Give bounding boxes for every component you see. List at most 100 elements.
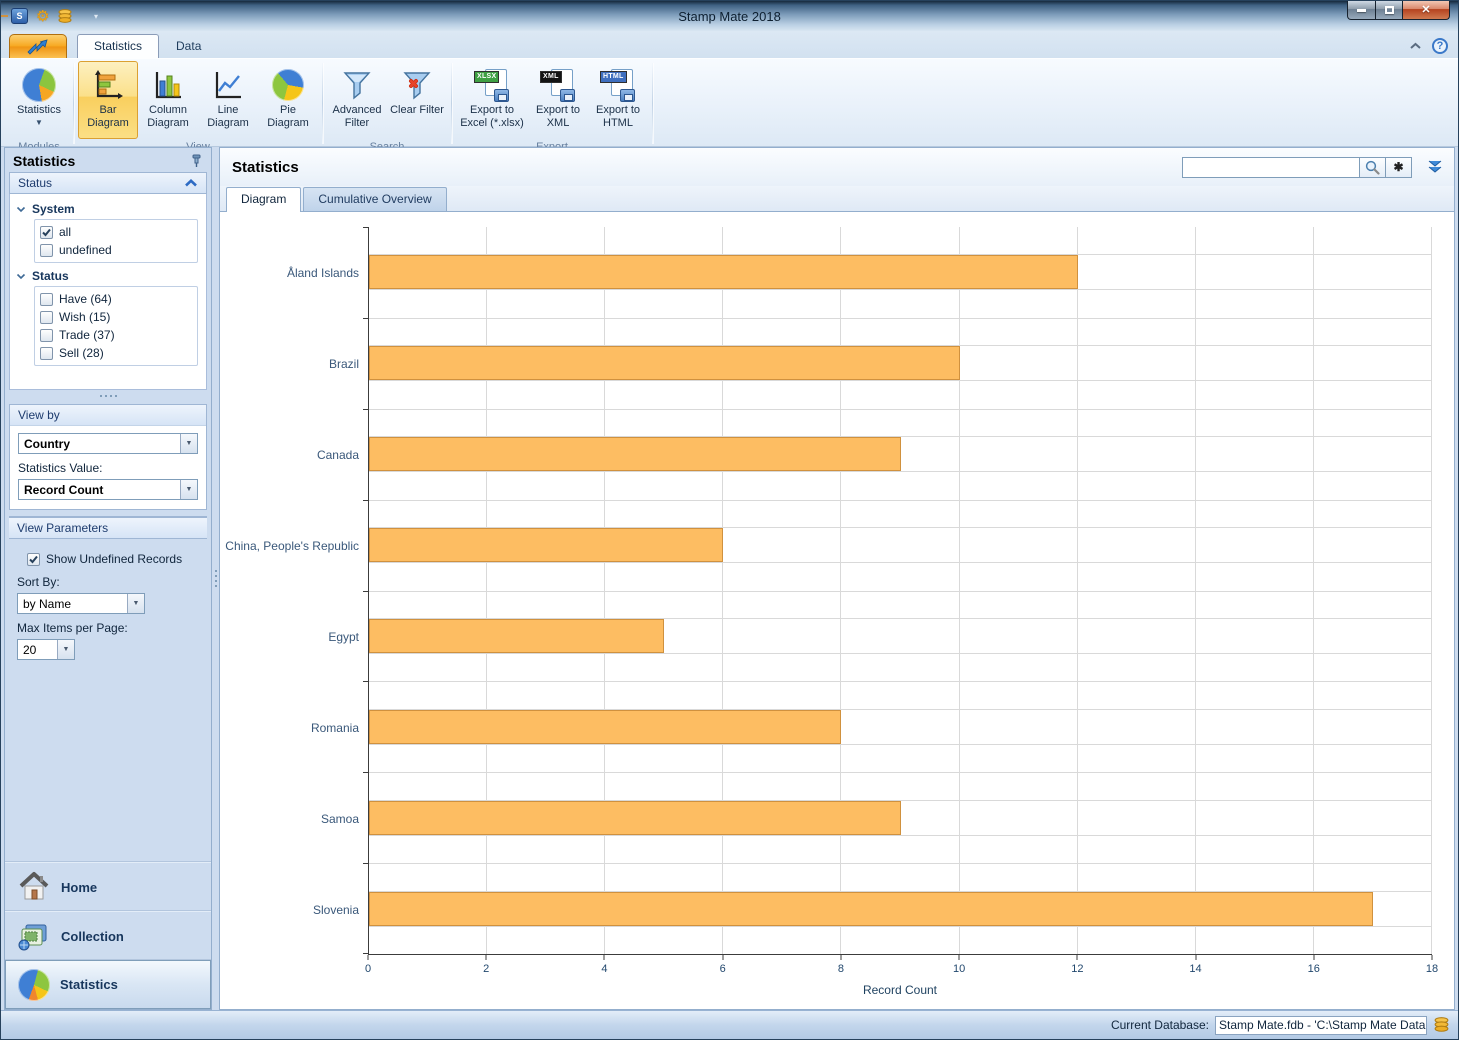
y-tick-mark (363, 591, 369, 592)
x-tick-mark (486, 955, 487, 960)
pin-icon[interactable] (190, 154, 203, 168)
chevron-down-icon: ▼ (180, 480, 197, 499)
tab-data[interactable]: Data (159, 34, 218, 58)
column-diagram-icon (152, 66, 184, 104)
bar-diagram-button[interactable]: Bar Diagram (78, 61, 138, 139)
minimize-button[interactable] (1347, 1, 1376, 20)
search-button[interactable] (1360, 157, 1386, 178)
advanced-filter-button[interactable]: Advanced Filter (327, 61, 387, 139)
panel-resize-handle[interactable] (5, 390, 211, 400)
tab-statistics[interactable]: Statistics (77, 34, 159, 58)
bar-slovenia (369, 892, 1373, 926)
clear-search-button[interactable]: ✱ (1386, 157, 1412, 178)
view-parameters-header: View Parameters (9, 517, 207, 539)
tree-expander-icon[interactable] (16, 273, 26, 280)
tree-group-status[interactable]: Status (16, 267, 200, 286)
x-tick-label: 2 (483, 963, 489, 975)
filter-item-have[interactable]: Have (64) (39, 290, 193, 308)
filter-item-undefined[interactable]: undefined (39, 241, 193, 259)
checkbox[interactable] (40, 347, 53, 360)
filter-item-sell[interactable]: Sell (28) (39, 344, 193, 362)
show-undefined-checkbox-row[interactable]: Show Undefined Records (17, 549, 199, 568)
checkbox[interactable] (27, 553, 40, 566)
horizontal-gridline (369, 681, 1432, 682)
x-tick-label: 10 (953, 963, 965, 975)
checkbox[interactable] (40, 226, 53, 239)
checkbox[interactable] (40, 293, 53, 306)
view-by-select[interactable]: Country ▼ (18, 433, 198, 454)
bar-canada (369, 437, 901, 471)
tab-cumulative-overview[interactable]: Cumulative Overview (303, 187, 446, 211)
category-label: Åland Islands (287, 266, 359, 280)
x-tick-mark (722, 955, 723, 960)
sidebar-title: Statistics (13, 153, 75, 169)
column-diagram-button[interactable]: Column Diagram (138, 61, 198, 139)
tree-group-system[interactable]: System (16, 200, 200, 219)
chevron-down-icon: ▼ (180, 434, 197, 453)
x-tick-label: 0 (365, 963, 371, 975)
sidebar-item-statistics[interactable]: Statistics (5, 960, 211, 1009)
chevron-down-icon: ▼ (57, 640, 74, 659)
qat-customize-arrow[interactable]: ▾ (89, 10, 102, 22)
database-coins-icon[interactable] (57, 9, 73, 24)
maximize-button[interactable] (1376, 1, 1403, 20)
export-html-button[interactable]: HTML Export to HTML (588, 61, 648, 139)
checkbox[interactable] (40, 329, 53, 342)
checkbox[interactable] (40, 244, 53, 257)
status-section-header[interactable]: Status (9, 172, 207, 194)
x-tick-label: 6 (720, 963, 726, 975)
collapse-ribbon-icon[interactable] (1409, 42, 1422, 50)
settings-gear-icon[interactable]: ⚙ (36, 9, 49, 24)
tree-expander-icon[interactable] (16, 206, 26, 213)
statistics-value-select[interactable]: Record Count ▼ (18, 479, 198, 500)
tab-diagram[interactable]: Diagram (226, 187, 301, 212)
dropdown-caret-icon: ▼ (35, 118, 43, 127)
bar-egypt (369, 619, 664, 653)
collapse-chevron-up-icon (184, 179, 198, 187)
tree-group-box: allundefined (34, 219, 198, 263)
export-xml-button[interactable]: XML Export to XML (528, 61, 588, 139)
filter-item-label: Have (64) (59, 292, 112, 306)
statistics-pie-icon (18, 969, 50, 1001)
page-title: Statistics (232, 159, 299, 176)
horizontal-gridline (369, 835, 1432, 836)
filter-item-trade[interactable]: Trade (37) (39, 326, 193, 344)
help-icon[interactable]: ? (1432, 38, 1448, 54)
x-tick-mark (840, 955, 841, 960)
sidebar-nav: Home Collection (5, 861, 211, 1009)
category-label: Slovenia (313, 903, 359, 917)
sidebar-splitter[interactable] (212, 147, 219, 1010)
export-excel-button[interactable]: XLSX Export to Excel (*.xlsx) (456, 61, 528, 139)
search-input[interactable] (1182, 157, 1360, 178)
pie-diagram-icon (272, 69, 304, 101)
ribbon-tab-row: Statistics Data ? (1, 31, 1458, 58)
line-diagram-button[interactable]: Line Diagram (198, 61, 258, 139)
sidebar-item-collection[interactable]: Collection (5, 911, 211, 960)
checkbox[interactable] (40, 311, 53, 324)
filter-item-all[interactable]: all (39, 223, 193, 241)
horizontal-gridline (369, 318, 1432, 319)
close-button[interactable]: ✕ (1403, 1, 1450, 20)
chart-category-labels: Åland IslandsBrazilCanadaChina, People's… (226, 227, 368, 955)
bar-brazil (369, 346, 960, 380)
horizontal-gridline (369, 380, 1432, 381)
category-label: Samoa (321, 812, 359, 826)
application-menu-button[interactable] (9, 34, 67, 58)
ribbon-separator (73, 63, 74, 144)
statistics-module-button[interactable]: Statistics ▼ (9, 61, 69, 139)
x-tick-mark (604, 955, 605, 960)
max-items-select[interactable]: 20 ▼ (17, 639, 75, 660)
bar-diagram-icon (92, 66, 124, 104)
vertical-gridline (1431, 227, 1432, 954)
bar-chart: Åland IslandsBrazilCanadaChina, People's… (226, 227, 1432, 1003)
pie-diagram-button[interactable]: Pie Diagram (258, 61, 318, 139)
current-database-value[interactable]: Stamp Mate.fdb - 'C:\Stamp Mate Datab (1215, 1016, 1427, 1035)
sidebar-item-home[interactable]: Home (5, 862, 211, 911)
clear-filter-button[interactable]: Clear Filter (387, 61, 447, 139)
view-by-header: View by (10, 405, 206, 426)
horizontal-gridline (369, 744, 1432, 745)
filter-item-label: Wish (15) (59, 310, 110, 324)
filter-item-wish[interactable]: Wish (15) (39, 308, 193, 326)
sort-by-select[interactable]: by Name ▼ (17, 593, 145, 614)
double-chevron-down-icon[interactable] (1426, 159, 1444, 175)
